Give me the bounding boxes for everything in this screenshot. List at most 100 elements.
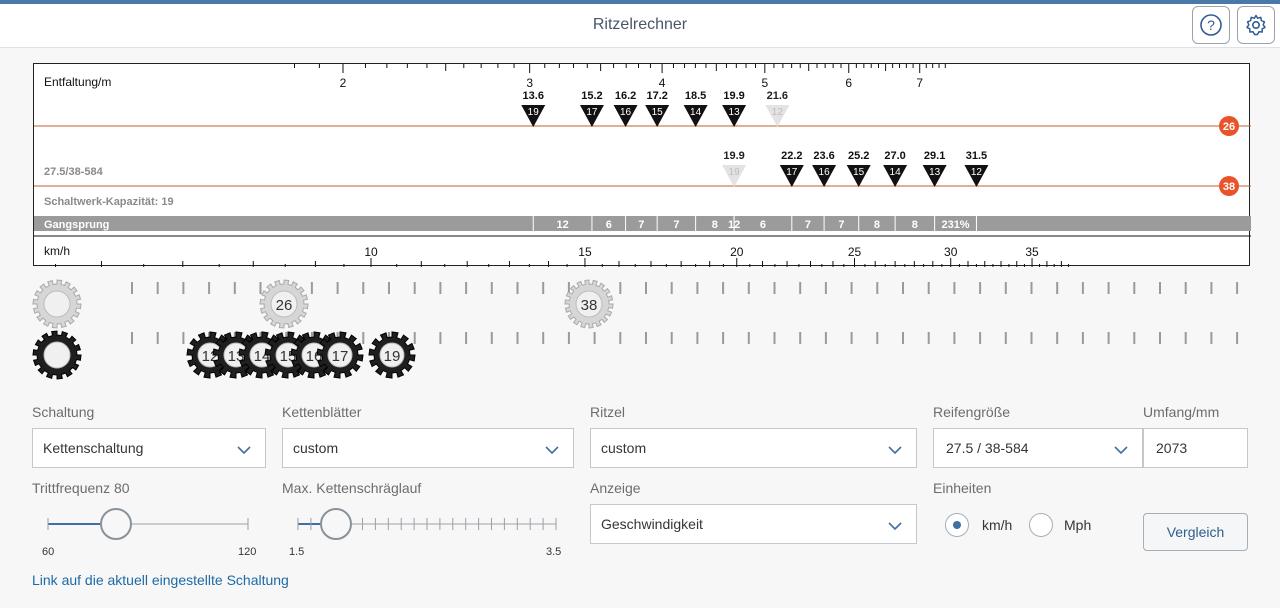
marker-value-label: 22.2: [781, 150, 802, 162]
marker-value-label: 17.2: [646, 90, 667, 102]
gear-marker: 19.9 13: [722, 90, 747, 127]
radio-kmh-label[interactable]: km/h: [982, 517, 1012, 533]
anzeige-select[interactable]: Geschwindigkeit: [590, 504, 917, 544]
reference-chainring-gear: [32, 279, 82, 329]
bottom-tick-label: 30: [944, 245, 958, 259]
marker-teeth-label: 12: [971, 167, 983, 178]
gear-marker: 16.2 16: [613, 90, 638, 127]
kettenschraeglauf-label: Max. Kettenschräglauf: [282, 480, 422, 496]
gear-marker: 13.6 19: [521, 90, 546, 127]
ritzel-value: custom: [601, 440, 647, 456]
gear-visualization-svg: 26 3812 13 14 15 16 17 19: [32, 279, 1239, 380]
trittfrequenz-label: Trittfrequenz 80: [32, 480, 130, 496]
reifengroesse-value: 27.5 / 38-584: [946, 440, 1029, 456]
top-tick-label: 5: [761, 76, 768, 90]
gear-marker: 25.2 15: [846, 150, 871, 187]
gear-visualization: 26 38 12 13 14 15 16 17 19: [0, 276, 1280, 386]
top-tick-label: 6: [845, 76, 852, 90]
help-circle-icon: ?: [1200, 14, 1222, 36]
marker-value-label: 31.5: [966, 150, 987, 162]
gangsprung-value: 12: [728, 219, 740, 231]
marker-teeth-label: 19: [729, 167, 741, 178]
gear-chart: Entfaltung/m 2 3 4 5 6 7 26 13.6 19 15.2 17 16.2 16 17…: [33, 63, 1251, 267]
radio-kmh[interactable]: [945, 513, 969, 537]
umfang-input[interactable]: [1143, 428, 1248, 468]
marker-value-label: 16.2: [615, 90, 636, 102]
gear-label: 17: [332, 348, 349, 365]
ritzel-select[interactable]: custom: [590, 428, 917, 468]
radio-mph-label[interactable]: Mph: [1064, 517, 1091, 533]
marker-value-label: 19.9: [723, 90, 744, 102]
marker-teeth-label: 17: [786, 167, 798, 178]
marker-teeth-label: 13: [729, 107, 741, 118]
bottom-tick-label: 20: [730, 245, 744, 259]
bottom-tick-label: 15: [578, 245, 592, 259]
gear-marker: 23.6 16: [812, 150, 837, 187]
slider-handle[interactable]: [100, 508, 132, 540]
marker-teeth-label: 16: [819, 167, 831, 178]
marker-teeth-label: 12: [772, 107, 784, 118]
gangsprung-label: Gangsprung: [44, 219, 109, 231]
reference-cog-gear: [32, 330, 82, 380]
marker-teeth-label: 15: [853, 167, 865, 178]
schaltung-select[interactable]: Kettenschaltung: [32, 428, 266, 468]
chevron-down-icon: [888, 446, 902, 455]
marker-value-label: 18.5: [685, 90, 706, 102]
kettenschraeglauf-slider[interactable]: [290, 508, 570, 542]
einheiten-label: Einheiten: [933, 480, 992, 496]
schaltung-value: Kettenschaltung: [43, 440, 144, 456]
app-header: Ritzelrechner ?: [0, 4, 1280, 48]
marker-value-label: 19.9: [723, 150, 744, 162]
ritzel-label: Ritzel: [590, 404, 626, 420]
radio-mph[interactable]: [1029, 513, 1053, 537]
gear-marker: 15.2 17: [579, 90, 604, 127]
marker-value-label: 25.2: [848, 150, 869, 162]
trittfrequenz-min: 60: [42, 546, 55, 558]
chainring-gear: 38: [564, 279, 614, 329]
help-button[interactable]: ?: [1192, 6, 1230, 44]
chevron-down-icon: [237, 446, 251, 455]
settings-button[interactable]: [1237, 6, 1275, 44]
top-tick-label: 2: [340, 76, 347, 90]
chainring-badge-label: 26: [1223, 121, 1235, 133]
marker-value-label: 27.0: [884, 150, 905, 162]
gear-marker: 29.1 13: [922, 150, 947, 187]
marker-teeth-label: 16: [620, 107, 632, 118]
kettenschraeglauf-max: 3.5: [546, 546, 562, 558]
gear-marker: 21.6 12: [765, 90, 790, 127]
chevron-down-icon: [1114, 446, 1128, 455]
top-tick-label: 7: [916, 76, 923, 90]
marker-teeth-label: 15: [652, 107, 664, 118]
gear-marker: 31.5 12: [964, 150, 989, 187]
anzeige-label: Anzeige: [590, 480, 641, 496]
gangsprung-value: 8: [874, 219, 880, 231]
marker-value-label: 29.1: [924, 150, 945, 162]
reifengroesse-select[interactable]: 27.5 / 38-584: [933, 428, 1143, 468]
page-title: Ritzelrechner: [592, 16, 688, 33]
cassette-gear: 17: [316, 331, 364, 379]
gangsprung-value: 8: [912, 219, 918, 231]
gangsprung-value: 12: [556, 219, 568, 231]
trittfrequenz-slider[interactable]: [40, 508, 260, 542]
schaltung-link[interactable]: Link auf die aktuell eingestellte Schalt…: [32, 572, 289, 588]
top-axis-label: Entfaltung/m: [44, 75, 111, 89]
gangsprung-value: 8: [712, 219, 718, 231]
gangsprung-value: 7: [838, 219, 844, 231]
kettenschraeglauf-min: 1.5: [289, 546, 305, 558]
trittfrequenz-max: 120: [238, 546, 257, 558]
gear-marker: 18.5 14: [683, 90, 708, 127]
gangsprung-value: 231%: [941, 219, 969, 231]
slider-handle[interactable]: [320, 508, 352, 540]
kettenblaetter-select[interactable]: custom: [282, 428, 574, 468]
vergleich-button[interactable]: Vergleich: [1143, 513, 1248, 551]
svg-text:?: ?: [1207, 17, 1215, 33]
marker-teeth-label: 13: [929, 167, 941, 178]
marker-teeth-label: 14: [690, 107, 702, 118]
chevron-down-icon: [888, 522, 902, 531]
chevron-down-icon: [545, 446, 559, 455]
gangsprung-value: 6: [760, 219, 766, 231]
reifengroesse-label: Reifengröße: [933, 404, 1011, 420]
top-tick-label: 3: [526, 76, 533, 90]
chainring-gear: 26: [259, 279, 309, 329]
gear-label: 38: [581, 297, 598, 314]
